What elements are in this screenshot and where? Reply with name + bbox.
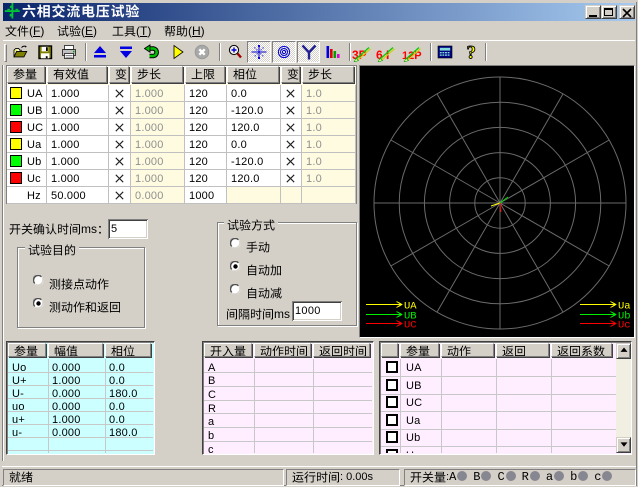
svg-text:3P: 3P	[352, 48, 367, 62]
svg-text:Uc: Uc	[618, 320, 631, 330]
svg-text:UC: UC	[404, 320, 417, 330]
svg-text:?: ?	[467, 44, 477, 60]
